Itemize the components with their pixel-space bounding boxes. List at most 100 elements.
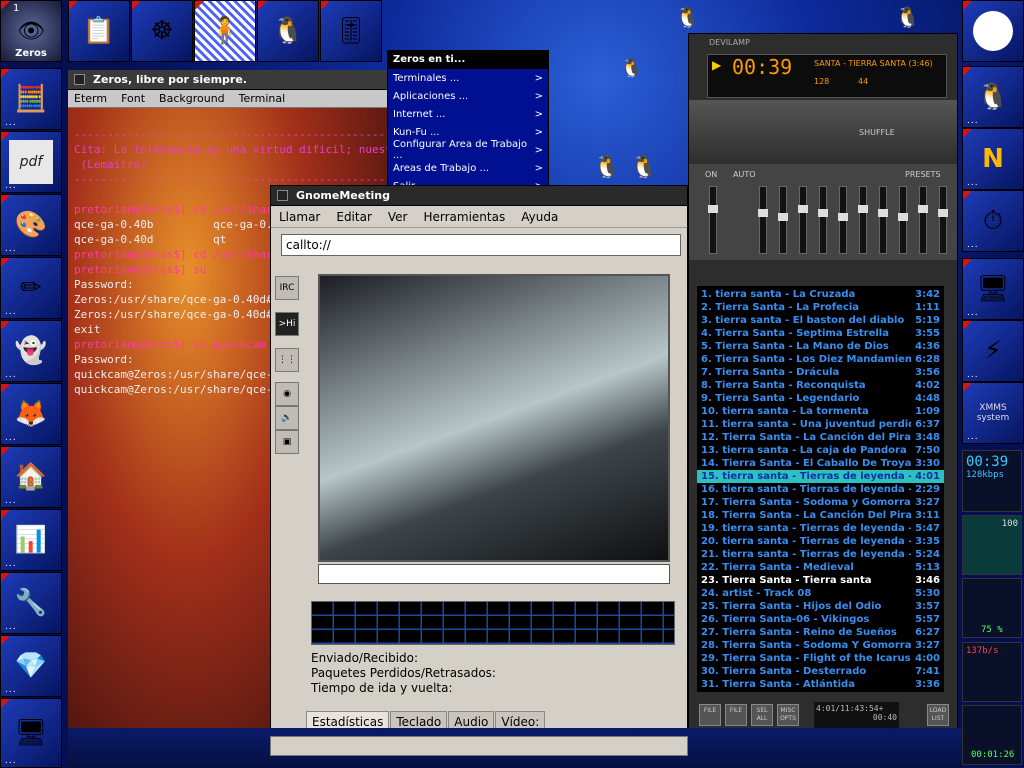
tux-icon[interactable]: 🐧 <box>257 0 319 62</box>
playlist-item[interactable]: 4. Tierra Santa - Septima Estrella 3:55 <box>697 327 944 340</box>
chat-icon[interactable]: >Hi <box>275 312 299 336</box>
menu-eterm[interactable]: Eterm <box>68 92 115 105</box>
workspace-tile[interactable]: 1 👁 Zeros <box>0 0 62 62</box>
start-menu-item[interactable]: Internet ... > <box>388 105 548 123</box>
playlist-item[interactable]: 19. tierra santa - Tierras de leyenda -1… <box>697 522 944 535</box>
playlist-item[interactable]: 14. Tierra Santa - El Caballo De Troya 3:… <box>697 457 944 470</box>
playlist-item[interactable]: 5. Tierra Santa - La Mano de Dios 4:36 <box>697 340 944 353</box>
eq-presets-button[interactable]: PRESETS <box>905 170 941 179</box>
menu-terminal[interactable]: Terminal <box>233 92 294 105</box>
playlist-item[interactable]: 28. Tierra Santa - Sodoma Y Gomorra 3:27 <box>697 639 944 652</box>
menu-font[interactable]: Font <box>115 92 153 105</box>
menu-herramientas[interactable]: Herramientas <box>415 210 513 224</box>
callto-url-input[interactable]: callto:// <box>281 234 681 256</box>
playlist-button[interactable]: LOAD LIST <box>927 704 949 726</box>
start-menu-item[interactable]: Terminales ... > <box>388 69 548 87</box>
playlist-item[interactable]: 6. Tierra Santa - Los Diez Mandamientos 6… <box>697 353 944 366</box>
menu-llamar[interactable]: Llamar <box>271 210 328 224</box>
playlist-item[interactable]: 9. Tierra Santa - Legendario 4:48 <box>697 392 944 405</box>
playlist-item[interactable]: 7. Tierra Santa - Drácula 3:56 <box>697 366 944 379</box>
playlist-button[interactable]: FILE <box>699 704 721 726</box>
tools-icon[interactable]: 🔧... <box>0 572 62 634</box>
eq-slider[interactable] <box>878 186 888 254</box>
playlist-item[interactable]: 22. Tierra Santa - Medieval 5:13 <box>697 561 944 574</box>
playlist-item[interactable]: 11. tierra santa - Una juventud perdida 6… <box>697 418 944 431</box>
start-menu-item[interactable]: Areas de Trabajo ... > <box>388 159 548 177</box>
playlist-item[interactable]: 21. tierra santa - Tierras de leyenda -0… <box>697 548 944 561</box>
eq-slider[interactable] <box>898 186 908 254</box>
menu-background[interactable]: Background <box>153 92 233 105</box>
paint-icon[interactable]: 🎨... <box>0 194 62 256</box>
flash-icon[interactable]: ⚡... <box>962 320 1024 382</box>
clock-widget-icon[interactable] <box>962 0 1024 62</box>
gimp-icon[interactable]: 🦊... <box>0 383 62 445</box>
playlist-item[interactable]: 12. Tierra Santa - La Canción del Pirata… <box>697 431 944 444</box>
eq-slider[interactable] <box>778 186 788 254</box>
pdf-icon[interactable]: pdf... <box>0 131 62 193</box>
irc-icon[interactable]: IRC <box>275 276 299 300</box>
playlist-item[interactable]: 23. Tierra Santa - Tierra santa 3:46 <box>697 574 944 587</box>
playlist-item[interactable]: 20. tierra santa - Tierras de leyenda -0… <box>697 535 944 548</box>
crystal-icon[interactable]: 💎... <box>0 635 62 697</box>
xmms-icon[interactable]: XMMS system... <box>962 382 1024 444</box>
computer-icon[interactable]: 🖥... <box>0 698 62 768</box>
user-icon[interactable]: 🧍 <box>194 0 256 62</box>
eq-slider[interactable] <box>708 186 718 254</box>
eq-slider[interactable] <box>758 186 768 254</box>
playlist-button[interactable]: MISC OPTS <box>777 704 799 726</box>
playlist-item[interactable]: 30. Tierra Santa - Desterrado 7:41 <box>697 665 944 678</box>
playlist-item[interactable]: 25. Tierra Santa - Hijos del Odio 3:57 <box>697 600 944 613</box>
eq-on-button[interactable]: ON <box>705 170 717 179</box>
calculator-icon[interactable]: 🧮... <box>0 68 62 130</box>
menu-ayuda[interactable]: Ayuda <box>513 210 566 224</box>
gnomemeeting-titlebar[interactable]: GnomeMeeting <box>271 186 687 206</box>
playlist-item[interactable]: 1. tierra santa - La Cruzada 3:42 <box>697 288 944 301</box>
eq-slider[interactable] <box>858 186 868 254</box>
eq-slider[interactable] <box>938 186 948 254</box>
start-menu-item[interactable]: Configurar Area de Trabajo ... > <box>388 139 548 161</box>
keypad-icon[interactable]: ⋮⋮ <box>275 348 299 372</box>
chart-icon[interactable]: 📊... <box>0 509 62 571</box>
playlist-button[interactable]: FILE <box>725 704 747 726</box>
start-menu-item[interactable]: Aplicaciones ... > <box>388 87 548 105</box>
playlist-item[interactable]: 10. tierra santa - La tormenta 1:09 <box>697 405 944 418</box>
eq-slider[interactable] <box>798 186 808 254</box>
eq-slider[interactable] <box>818 186 828 254</box>
notes-icon[interactable]: 📋 <box>68 0 130 62</box>
eq-slider[interactable] <box>838 186 848 254</box>
playlist-item[interactable]: 29. Tierra Santa - Flight of the Icarus 4… <box>697 652 944 665</box>
sound-icon[interactable]: 🔊 <box>275 406 299 430</box>
playlist-item[interactable]: 3. tierra santa - El baston del diablo 5:… <box>697 314 944 327</box>
terminal-titlebar[interactable]: Zeros, libre por siempre. <box>68 70 398 90</box>
helm-icon[interactable]: ☸ <box>131 0 193 62</box>
home-icon[interactable]: 🏠... <box>0 446 62 508</box>
window-menu-button[interactable] <box>277 190 288 201</box>
playlist-item[interactable]: 13. tierra santa - La caja de Pandora 7:5… <box>697 444 944 457</box>
ghost-icon[interactable]: 👻... <box>0 320 62 382</box>
menu-ver[interactable]: Ver <box>380 210 416 224</box>
playlist-item[interactable]: 16. tierra santa - Tierras de leyenda -0… <box>697 483 944 496</box>
gauge-icon[interactable]: ⏱... <box>962 190 1024 252</box>
mixer-icon[interactable]: 🎚 <box>320 0 382 62</box>
shuffle-button[interactable]: SHUFFLE <box>859 128 895 137</box>
playlist-item[interactable]: 31. Tierra Santa - Atlántida 3:36 <box>697 678 944 691</box>
window-menu-button[interactable] <box>74 74 85 85</box>
playlist-item[interactable]: 17. Tierra Santa - Sodoma y Gomorra 3:27 <box>697 496 944 509</box>
netscape-icon[interactable]: N... <box>962 128 1024 190</box>
monitor-icon[interactable]: 🖥... <box>962 258 1024 320</box>
menu-editar[interactable]: Editar <box>328 210 380 224</box>
playlist-item[interactable]: 26. Tierra Santa-06 - Vikingos 5:57 <box>697 613 944 626</box>
eq-slider[interactable] <box>918 186 928 254</box>
playlist-item[interactable]: 18. Tierra Santa - La Canción Del Pirata… <box>697 509 944 522</box>
playlist-item[interactable]: 27. Tierra Santa - Reino de Sueños 6:27 <box>697 626 944 639</box>
pencil-icon[interactable]: ✏... <box>0 257 62 319</box>
playlist-button[interactable]: SEL ALL <box>751 704 773 726</box>
webcam-icon[interactable]: ◉ <box>275 382 299 406</box>
video-toggle-icon[interactable]: ▣ <box>275 430 299 454</box>
playlist-item[interactable]: 2. Tierra Santa - La Profecia 1:11 <box>697 301 944 314</box>
eq-auto-button[interactable]: AUTO <box>733 170 756 179</box>
tux-monitor-icon[interactable]: 🐧... <box>962 66 1024 128</box>
playlist-item[interactable]: 8. Tierra Santa - Reconquista 4:02 <box>697 379 944 392</box>
playlist-item[interactable]: 15. tierra santa - Tierras de leyenda -0… <box>697 470 944 483</box>
playlist-item[interactable]: 24. artist - Track 08 5:30 <box>697 587 944 600</box>
